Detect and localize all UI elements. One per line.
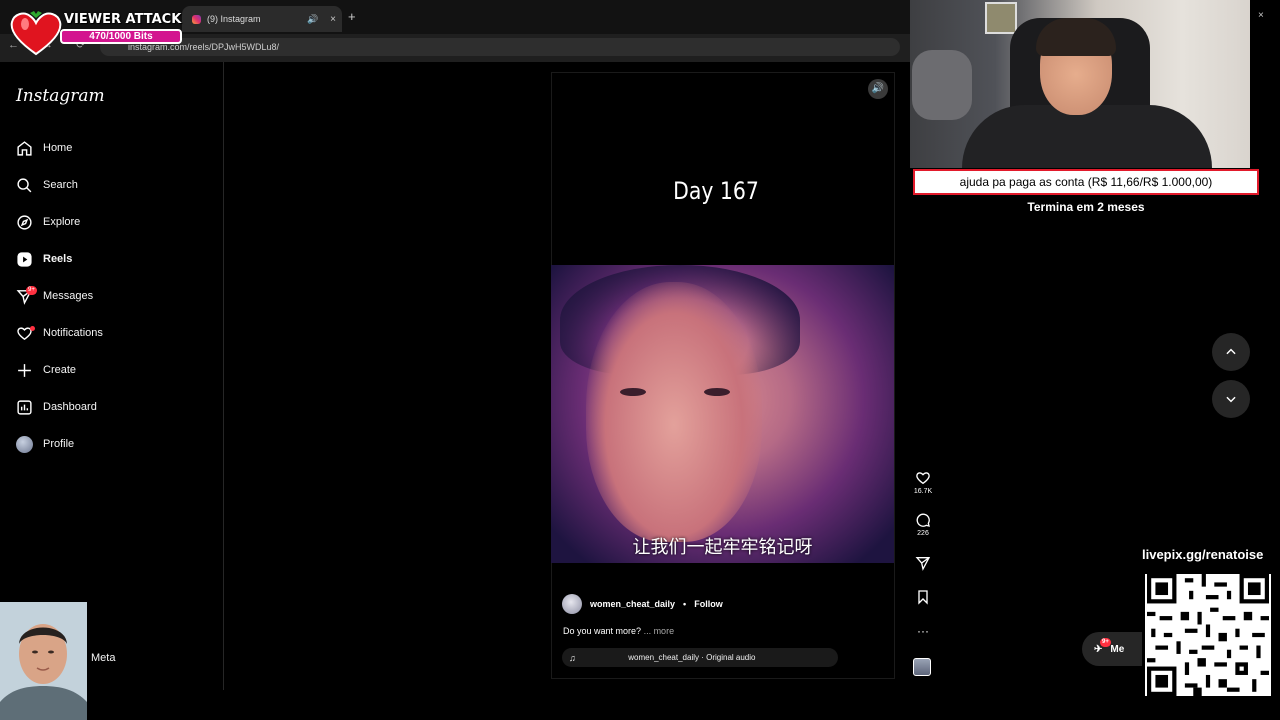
sidebar-item-label: Profile [43,438,75,450]
sidebar-item-dashboard[interactable]: Dashboard [16,395,206,419]
tab-title: (9) Instagram [207,14,261,24]
address-bar[interactable]: instagram.com/reels/DPJwH5WDLu8/ [100,38,900,56]
instagram-tab-icon [192,14,201,24]
sidebar-item-meta[interactable]: Meta [91,652,115,664]
webcam-person-body [962,105,1212,168]
chevron-down-icon [1226,396,1236,403]
video-subtitle: 让我们一起牢牢铭记呀 [632,537,813,558]
messages-badge: 9+ [26,285,37,295]
home-icon [17,140,32,156]
pix-goal-box: ajuda pa paga as conta (R$ 11,66/R$ 1.00… [913,169,1259,195]
messenger-icon: ✈ 9+ [1094,637,1111,655]
avatar [16,435,33,453]
chevron-up-icon [1226,348,1236,355]
caption-text: Do you want more? [563,626,642,636]
eye-shape [704,388,730,396]
eye-shape [620,388,646,396]
heart-icon-wrap [16,325,35,342]
audio-label: women_cheat_daily · Original audio [628,653,756,662]
compass-icon [17,214,32,230]
sidebar-item-label: Reels [43,253,73,265]
sidebar-item-explore[interactable]: Explore [16,210,206,234]
like-button[interactable]: 16.7K [906,470,940,495]
plus-icon [18,363,31,377]
sidebar-item-messages[interactable]: 9+ Messages [16,284,206,308]
search-icon [17,177,32,192]
video-face-shape [586,282,762,542]
notification-dot [30,325,35,331]
ellipsis-icon: ··· [917,624,929,638]
close-icon[interactable]: × [1258,10,1264,21]
author-avatar[interactable] [562,594,582,614]
music-note-icon: ♫ [569,652,576,663]
comment-button[interactable]: 226 [906,512,940,537]
separator-dot: • [683,599,687,609]
livepix-url: livepix.gg/renatoise [1142,547,1264,562]
sidebar-item-create[interactable]: Create [16,358,206,382]
audio-pill[interactable]: ♫ women_cheat_daily · Original audio [562,648,838,667]
heart-icon [916,472,930,485]
sidebar-item-label: Home [43,142,73,154]
share-button[interactable] [906,555,940,573]
portrait-image [0,602,87,720]
sidebar-item-label: Dashboard [43,401,97,413]
comment-count: 226 [917,530,929,537]
close-tab-button[interactable]: × [330,14,336,25]
reel-day-text: Day 167 [673,177,759,205]
sidebar-item-label: Messages [43,290,94,302]
viewer-attack-title: VIEWER ATTACK [64,12,182,27]
send-icon [915,557,931,571]
sidebar-item-notifications[interactable]: Notifications [16,321,206,345]
sidebar-item-profile[interactable]: Profile [16,432,206,456]
messages-pill-label: Me [1110,643,1125,655]
reel-author: women_cheat_daily • Follow [562,594,723,614]
bookmark-icon [918,590,928,605]
bits-progress-bar: 470/1000 Bits [60,29,182,44]
instagram-logo[interactable]: Instagram [16,86,105,106]
next-reel-button[interactable] [1212,380,1250,418]
audio-thumbnail[interactable] [913,658,931,676]
new-tab-button[interactable]: + [348,9,356,24]
messenger-icon-wrap: 9+ [16,285,37,305]
messages-pill[interactable]: ✈ 9+ Me [1082,632,1142,666]
sidebar-item-search[interactable]: Search [16,173,206,197]
sidebar-item-label: Notifications [43,327,103,339]
more-link[interactable]: ... more [644,626,675,636]
speaker-icon[interactable]: 🔊 [307,14,318,25]
mute-button[interactable]: 🔊 [868,79,888,99]
reel-caption: Do you want more? ... more [563,626,674,636]
pix-goal-subtitle: Termina em 2 meses [1027,200,1145,214]
webcam-pillow [912,50,972,120]
save-button[interactable] [906,589,940,607]
more-options-button[interactable]: ··· [906,624,940,638]
webcam-person-hair [1036,18,1116,56]
previous-reel-button[interactable] [1212,333,1250,371]
sidebar-item-home[interactable]: Home [16,136,206,160]
dashboard-icon [17,399,32,415]
reels-icon [17,251,32,267]
sidebar-item-reels[interactable]: Reels [16,247,206,271]
tab-instagram[interactable]: (9) Instagram 🔊 × [182,6,342,32]
author-username[interactable]: women_cheat_daily [590,599,675,609]
follow-button[interactable]: Follow [694,599,723,609]
comment-icon [916,513,930,527]
like-count: 16.7K [913,488,933,495]
sidebar-item-label: Search [43,179,78,191]
tomato-heart-icon [10,11,62,56]
messages-pill-badge: 9+ [1100,637,1111,647]
webcam-poster [985,2,1017,34]
speaker-icon: 🔊 [871,83,885,94]
sidebar-item-label: Explore [43,216,81,228]
qr-code-icon [1145,574,1271,696]
sidebar-item-label: Create [43,364,77,376]
